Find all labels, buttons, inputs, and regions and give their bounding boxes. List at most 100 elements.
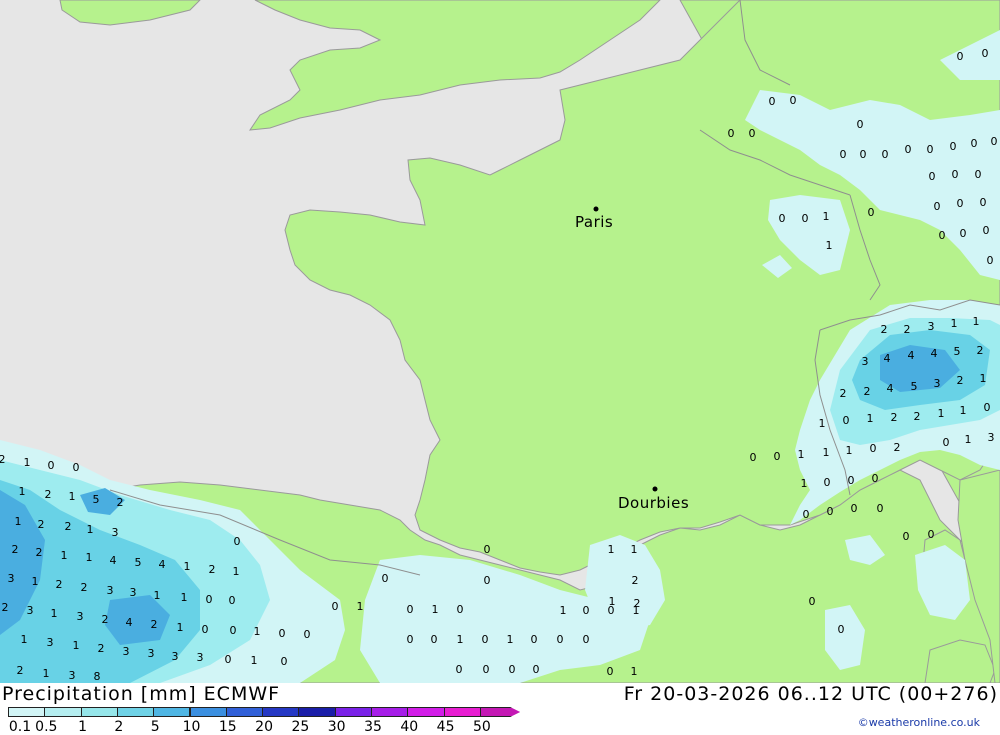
precip-value: 0 xyxy=(457,603,464,616)
legend-swatch xyxy=(189,707,227,717)
precip-value: 0 xyxy=(281,655,288,668)
precip-value: 5 xyxy=(954,345,961,358)
precip-value: 1 xyxy=(24,456,31,469)
precip-value: 1 xyxy=(357,600,364,613)
valid-time: Fr 20-03-2026 06..12 UTC (00+276) xyxy=(623,683,998,705)
precip-value: 0 xyxy=(824,476,831,489)
precip-value: 4 xyxy=(159,558,166,571)
legend-swatch xyxy=(407,707,445,717)
precip-value: 0 xyxy=(774,450,781,463)
precip-value: 3 xyxy=(862,355,869,368)
dourbies-marker xyxy=(652,486,658,492)
precip-value: 0 xyxy=(73,461,80,474)
precip-value: 4 xyxy=(931,347,938,360)
precip-value: 2 xyxy=(36,546,43,559)
credit-link[interactable]: ©weatheronline.co.uk xyxy=(858,716,980,729)
precip-value: 1 xyxy=(87,523,94,536)
precip-value: 0 xyxy=(583,633,590,646)
precip-value: 0 xyxy=(857,118,864,131)
precip-value: 0 xyxy=(482,633,489,646)
city-label-dourbies: Dourbies xyxy=(618,494,689,512)
footer-bar: Precipitation [mm] ECMWF Fr 20-03-2026 0… xyxy=(0,683,1000,735)
precip-value: 1 xyxy=(960,404,967,417)
precip-value: 1 xyxy=(980,372,987,385)
legend-swatch xyxy=(298,707,336,717)
precip-value: 0 xyxy=(980,196,987,209)
precip-value: 2 xyxy=(65,520,72,533)
precip-value: 1 xyxy=(21,633,28,646)
precip-value: 1 xyxy=(254,625,261,638)
precip-value: 2 xyxy=(891,411,898,424)
precip-value: 2 xyxy=(632,574,639,587)
precip-value: 1 xyxy=(457,633,464,646)
legend-swatch xyxy=(8,707,46,717)
precipitation-map[interactable]: Paris Dourbies 0 0 0 0 0 0 0 0 0 0 0 0 0 0 0 0 0 0 0 0 0 0 0 0 0… xyxy=(0,0,1000,684)
precip-value: 0 xyxy=(934,200,941,213)
precip-value: 1 xyxy=(154,589,161,602)
precip-value: 0 xyxy=(750,451,757,464)
precip-value: 1 xyxy=(608,543,615,556)
precip-value: 0 xyxy=(870,442,877,455)
precip-value: 1 xyxy=(32,575,39,588)
precip-value: 0 xyxy=(802,212,809,225)
precip-value: 0 xyxy=(903,530,910,543)
legend-swatch xyxy=(80,707,118,717)
precip-value: 0 xyxy=(882,148,889,161)
precip-value: 0 xyxy=(790,94,797,107)
precip-value: 1 xyxy=(61,549,68,562)
precip-value: 3 xyxy=(130,586,137,599)
precip-value: 1 xyxy=(233,565,240,578)
precip-value: 0 xyxy=(779,212,786,225)
precip-value: 0 xyxy=(229,594,236,607)
precip-value: 0 xyxy=(840,148,847,161)
precip-value: 2 xyxy=(81,581,88,594)
precip-value: 2 xyxy=(102,613,109,626)
precip-value: 1 xyxy=(560,604,567,617)
precip-value: 3 xyxy=(47,636,54,649)
precip-value: 0 xyxy=(950,140,957,153)
precip-value: 2 xyxy=(98,642,105,655)
precip-value: 0 xyxy=(230,624,237,637)
precip-value: 0 xyxy=(877,502,884,515)
precip-value: 2 xyxy=(151,618,158,631)
precip-value: 1 xyxy=(826,239,833,252)
precip-value: 0 xyxy=(868,206,875,219)
precip-value: 3 xyxy=(197,651,204,664)
precip-value: 1 xyxy=(609,595,616,608)
precip-value: 0 xyxy=(407,633,414,646)
precip-value: 3 xyxy=(123,645,130,658)
precip-value: 1 xyxy=(177,621,184,634)
precip-value: 0 xyxy=(484,574,491,587)
precip-value: 2 xyxy=(904,323,911,336)
precip-value: 2 xyxy=(209,563,216,576)
precip-value: 3 xyxy=(172,650,179,663)
precip-value: 0 xyxy=(943,436,950,449)
precip-value: 0 xyxy=(531,633,538,646)
precip-value: 0 xyxy=(848,474,855,487)
legend-swatch xyxy=(334,707,372,717)
precip-value: 2 xyxy=(957,374,964,387)
precip-value: 3 xyxy=(8,572,15,585)
precip-value: 1 xyxy=(823,210,830,223)
precip-value: 1 xyxy=(43,667,50,680)
precip-value: 0 xyxy=(983,224,990,237)
precip-value: 1 xyxy=(867,412,874,425)
precip-value: 0 xyxy=(225,653,232,666)
precip-value: 0 xyxy=(872,472,879,485)
city-label-paris: Paris xyxy=(575,213,613,231)
precip-value: 0 xyxy=(928,528,935,541)
precip-value: 0 xyxy=(234,535,241,548)
precip-value: 0 xyxy=(407,603,414,616)
precip-value: 0 xyxy=(202,623,209,636)
legend-swatch xyxy=(225,707,264,717)
precip-value: 2 xyxy=(38,518,45,531)
precip-value: 0 xyxy=(984,401,991,414)
precip-value: 0 xyxy=(332,600,339,613)
precip-value: 1 xyxy=(51,607,58,620)
precip-value: 0 xyxy=(279,627,286,640)
precip-value: 1 xyxy=(965,433,972,446)
precip-value: 2 xyxy=(117,496,124,509)
precip-value: 1 xyxy=(251,654,258,667)
precip-value: 1 xyxy=(631,665,638,678)
precip-value: 2 xyxy=(56,578,63,591)
